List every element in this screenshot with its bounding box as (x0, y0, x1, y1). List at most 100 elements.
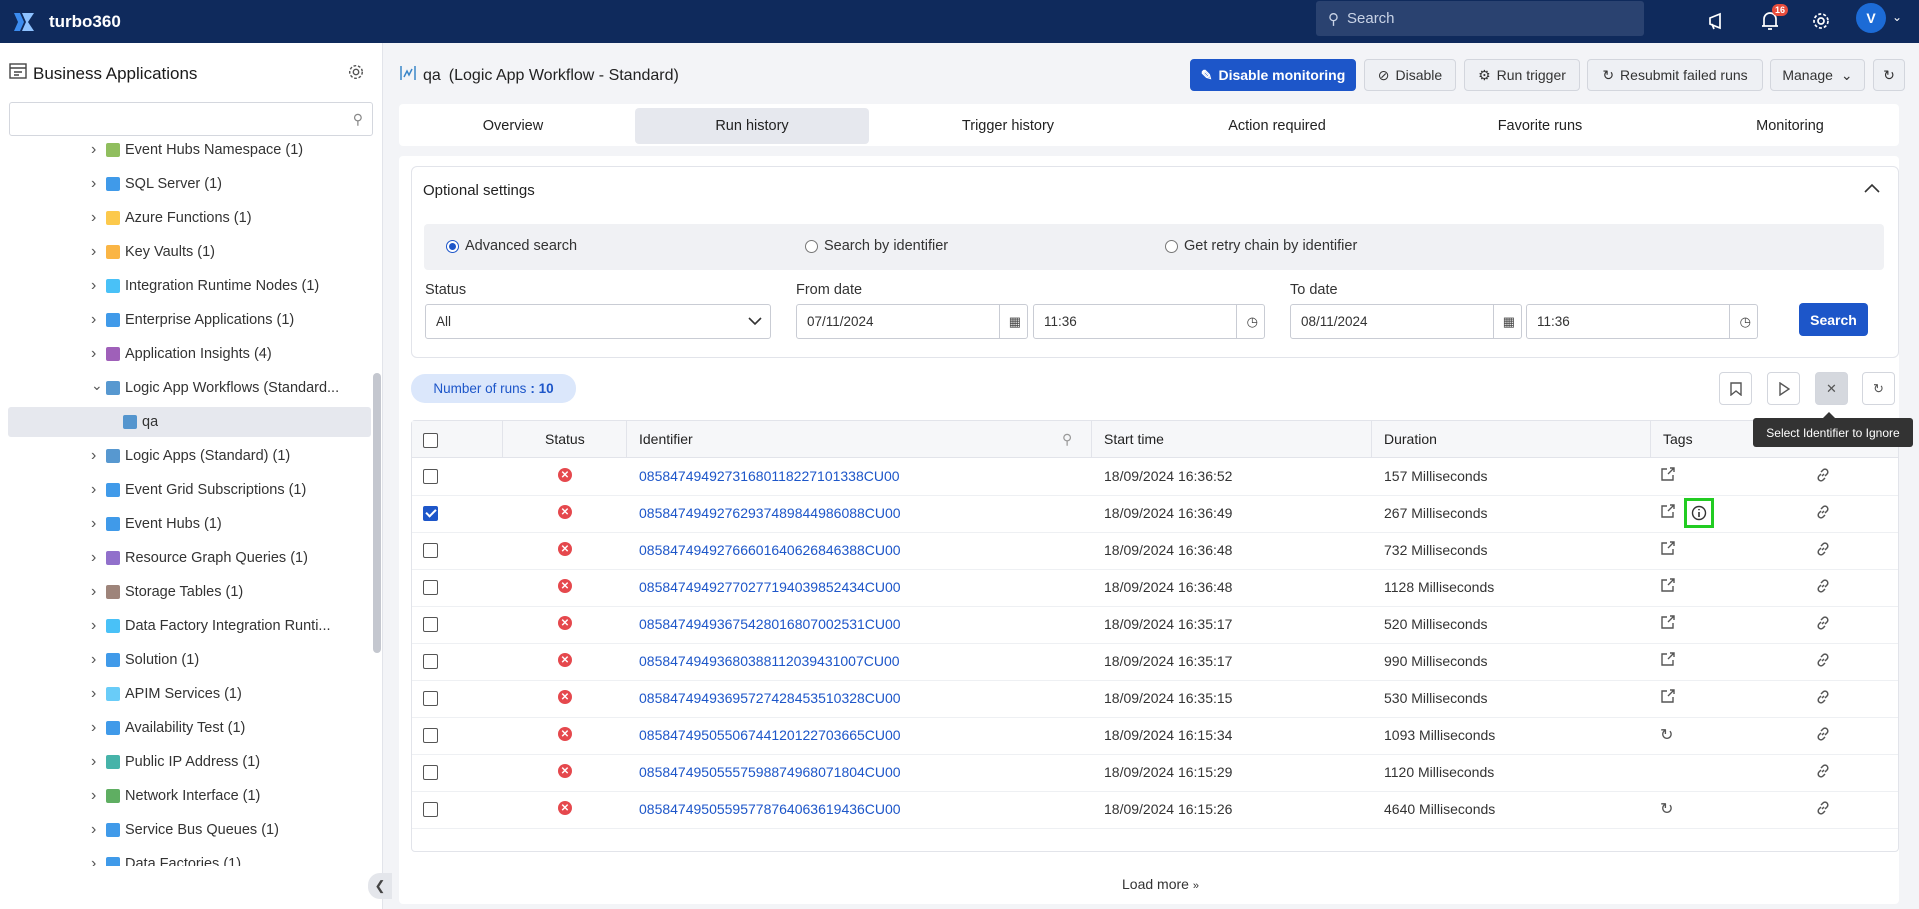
chevron-right-icon[interactable]: › (91, 787, 96, 805)
to-time-input[interactable]: 11:36 ◷ (1526, 304, 1758, 339)
run-identifier-link[interactable]: 08584749493680388112039431007CU00 (639, 653, 900, 669)
row-checkbox[interactable] (423, 580, 438, 595)
run-identifier-link[interactable]: 08584749505595778764063619436CU00 (639, 801, 901, 817)
chevron-right-icon[interactable]: › (91, 515, 96, 533)
run-trigger-button[interactable]: ⚙ Run trigger (1464, 59, 1580, 91)
chevron-right-icon[interactable]: › (91, 481, 96, 499)
optional-settings-title[interactable]: Optional settings (423, 182, 535, 199)
run-identifier-link[interactable]: 08584749492762937489844986088CU00 (639, 505, 901, 521)
open-external-icon[interactable] (1660, 467, 1675, 485)
row-checkbox[interactable] (423, 469, 438, 484)
sidebar-item[interactable]: › Event Grid Subscriptions (1) (0, 475, 371, 505)
sidebar-item[interactable]: › Network Interface (1) (0, 781, 371, 811)
row-checkbox[interactable] (423, 617, 438, 632)
run-identifier-link[interactable]: 08584749493675428016807002531CU00 (639, 616, 901, 632)
from-time-input[interactable]: 11:36 ◷ (1033, 304, 1265, 339)
run-identifier-link[interactable]: 08584749493695727428453510328CU00 (639, 690, 901, 706)
chevron-right-icon[interactable]: › (91, 243, 96, 261)
chevron-right-icon[interactable]: › (91, 685, 96, 703)
select-all-checkbox[interactable] (423, 433, 438, 448)
favorite-bookmark-button[interactable] (1719, 372, 1752, 405)
row-checkbox[interactable] (423, 802, 438, 817)
run-identifier-link[interactable]: 08584749492731680118227101338CU00 (639, 468, 900, 484)
sidebar-item[interactable]: › Availability Test (1) (0, 713, 371, 743)
sidebar-item[interactable]: ⌄ Logic App Workflows (Standard... (0, 373, 371, 403)
brand[interactable]: turbo360 (12, 10, 121, 34)
row-checkbox[interactable] (423, 728, 438, 743)
open-external-icon[interactable] (1660, 578, 1675, 596)
sidebar-item[interactable]: › Solution (1) (0, 645, 371, 675)
chevron-down-icon[interactable]: ⌄ (91, 377, 103, 394)
notification-bell-icon[interactable]: 16 (1757, 4, 1788, 34)
manage-dropdown-button[interactable]: Manage ⌄ (1770, 59, 1865, 91)
resubmitted-icon[interactable]: ↻ (1660, 725, 1673, 745)
sidebar-item[interactable]: › Integration Runtime Nodes (1) (0, 271, 371, 301)
user-avatar[interactable]: V (1856, 3, 1886, 33)
chevron-right-icon[interactable]: › (91, 549, 96, 567)
sidebar-item[interactable]: › SQL Server (1) (0, 169, 371, 199)
copy-link-icon[interactable] (1815, 652, 1831, 671)
copy-link-icon[interactable] (1815, 578, 1831, 597)
sidebar-item[interactable]: › Public IP Address (1) (0, 747, 371, 777)
copy-link-icon[interactable] (1815, 763, 1831, 782)
calendar-icon[interactable]: ▦ (1503, 314, 1515, 330)
tab-overview[interactable]: Overview (413, 108, 613, 144)
sidebar-item[interactable]: › Event Hubs Namespace (1) (0, 135, 371, 165)
from-date-input[interactable]: 07/11/2024 ▦ (796, 304, 1028, 339)
tab-favorite-runs[interactable]: Favorite runs (1430, 108, 1650, 144)
tab-monitoring[interactable]: Monitoring (1680, 108, 1900, 144)
disable-monitoring-button[interactable]: ✎ Disable monitoring (1190, 59, 1356, 91)
sidebar-item[interactable]: › Enterprise Applications (1) (0, 305, 371, 335)
chevron-right-icon[interactable]: › (91, 311, 96, 329)
sidebar-settings-gear-icon[interactable] (347, 63, 365, 84)
chevron-right-icon[interactable]: › (91, 719, 96, 737)
tab-run-history[interactable]: Run history (635, 108, 869, 144)
sidebar-item[interactable]: › Logic Apps (Standard) (1) (0, 441, 371, 471)
run-identifier-link[interactable]: 08584749492766601640626846388CU00 (639, 542, 901, 558)
retry-chain-radio[interactable]: Get retry chain by identifier (1165, 238, 1357, 254)
chevron-right-icon[interactable]: › (91, 175, 96, 193)
ignore-identifier-button[interactable]: ✕ (1815, 372, 1848, 405)
copy-link-icon[interactable] (1815, 467, 1831, 486)
sidebar-item[interactable]: › Storage Tables (1) (0, 577, 371, 607)
sidebar-item[interactable]: › Resource Graph Queries (1) (0, 543, 371, 573)
collapse-sidebar-chevron-icon[interactable]: ❮ (368, 873, 392, 899)
search-by-identifier-radio[interactable]: Search by identifier (805, 238, 948, 254)
advanced-search-radio[interactable]: Advanced search (446, 238, 577, 254)
copy-link-icon[interactable] (1815, 726, 1831, 745)
run-identifier-link[interactable]: 08584749505506744120122703665CU00 (639, 727, 901, 743)
sidebar-item[interactable]: › Event Hubs (1) (0, 509, 371, 539)
open-external-icon[interactable] (1660, 689, 1675, 707)
copy-link-icon[interactable] (1815, 504, 1831, 523)
open-external-icon[interactable] (1660, 541, 1675, 559)
row-checkbox[interactable] (423, 765, 438, 780)
sidebar-item[interactable]: › Key Vaults (1) (0, 237, 371, 267)
column-search-icon[interactable]: ⚲ (1062, 431, 1072, 448)
sidebar-item[interactable]: qa (8, 407, 371, 437)
clock-icon[interactable]: ◷ (1740, 314, 1751, 330)
clock-icon[interactable]: ◷ (1247, 314, 1258, 330)
resubmit-run-button[interactable] (1767, 372, 1800, 405)
row-checkbox[interactable] (423, 654, 438, 669)
open-external-icon[interactable] (1660, 652, 1675, 670)
chevron-right-icon[interactable]: › (91, 141, 96, 159)
tab-action-required[interactable]: Action required (1167, 108, 1387, 144)
chevron-right-icon[interactable]: › (91, 583, 96, 601)
chevron-right-icon[interactable]: › (91, 209, 96, 227)
row-checkbox[interactable] (423, 691, 438, 706)
sidebar-item[interactable]: › Application Insights (4) (0, 339, 371, 369)
row-checkbox[interactable] (423, 506, 438, 521)
sidebar-item[interactable]: › APIM Services (1) (0, 679, 371, 709)
chevron-right-icon[interactable]: › (91, 855, 96, 866)
copy-link-icon[interactable] (1815, 615, 1831, 634)
search-button[interactable]: Search (1799, 303, 1868, 336)
calendar-icon[interactable]: ▦ (1009, 314, 1021, 330)
info-icon[interactable] (1691, 505, 1707, 524)
chevron-right-icon[interactable]: › (91, 821, 96, 839)
chevron-down-icon[interactable]: ⌄ (1892, 10, 1902, 24)
copy-link-icon[interactable] (1815, 689, 1831, 708)
load-more-button[interactable]: Load more » (1122, 876, 1199, 892)
open-external-icon[interactable] (1660, 615, 1675, 633)
resubmit-failed-runs-button[interactable]: ↻ Resubmit failed runs (1587, 59, 1763, 91)
refresh-button[interactable]: ↻ (1873, 59, 1905, 91)
